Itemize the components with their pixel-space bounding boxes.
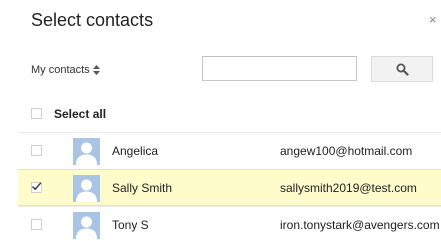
contact-email: angew100@hotmail.com [280,144,413,158]
select-all-checkbox[interactable] [31,108,42,119]
person-silhouette-icon [76,179,97,202]
contact-checkbox[interactable] [31,182,42,193]
avatar [73,212,100,239]
select-contacts-dialog: Select contacts × My contacts Select all… [0,0,441,241]
contact-row-sally-smith[interactable]: Sally Smith sallysmith2019@test.com [18,169,441,206]
sort-arrows-icon [92,65,100,75]
contact-row-tony-s[interactable]: Tony S iron.tonystark@avengers.com [18,206,441,241]
contact-email: iron.tonystark@avengers.com [280,218,440,232]
person-silhouette-icon [76,142,97,165]
contact-email: sallysmith2019@test.com [280,181,417,195]
contact-group-label: My contacts [31,64,90,76]
contact-name: Tony S [112,218,149,232]
dialog-title: Select contacts [31,10,154,30]
contact-name: Angelica [112,144,159,158]
search-button[interactable] [371,56,433,82]
close-icon[interactable]: × [429,13,437,26]
contact-group-select[interactable]: My contacts [31,60,100,80]
avatar [73,138,100,165]
search-input[interactable] [202,56,357,81]
person-silhouette-icon [76,216,97,239]
select-all-label: Select all [54,107,107,121]
contact-checkbox[interactable] [31,145,42,156]
contact-name: Sally Smith [112,181,173,195]
search-icon [396,63,409,76]
contact-checkbox[interactable] [31,219,42,230]
contact-row-angelica[interactable]: Angelica angew100@hotmail.com [18,132,441,169]
avatar [73,175,100,202]
checkmark-icon [32,182,42,191]
